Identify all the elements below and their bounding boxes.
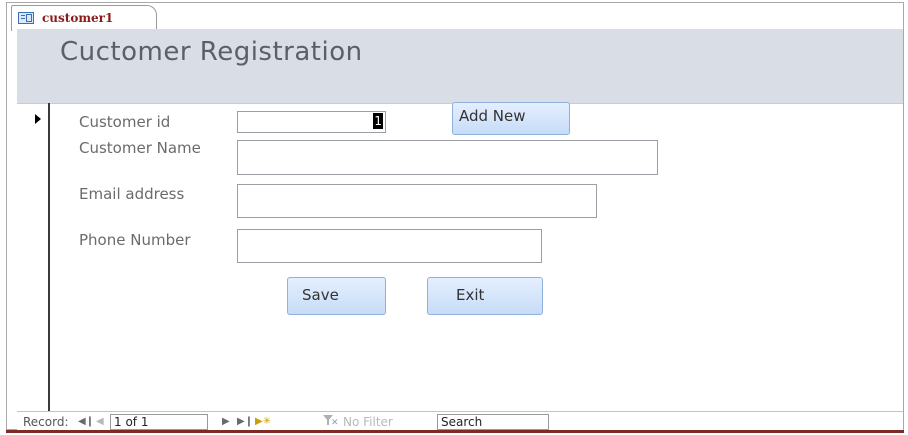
previous-record-icon[interactable]: ◀ [96,416,104,427]
customer-name-label: Customer Name [79,139,201,157]
exit-button-label: Exit [456,286,485,304]
phone-label: Phone Number [79,231,191,249]
window-bottom-border [6,430,904,433]
search-input[interactable]: Search [437,414,549,430]
customer-id-label: Customer id [79,113,171,131]
record-label: Record: [23,415,69,429]
customer-id-field[interactable]: 1 [237,111,386,133]
email-field[interactable] [237,184,597,218]
document-tabstrip: customer1 [7,3,903,31]
record-selector[interactable] [17,103,50,411]
page-title: Cuctomer Registration [60,37,363,67]
save-button[interactable]: Save [287,277,386,315]
add-new-button[interactable]: Add New [452,102,570,135]
tab-customer1[interactable]: customer1 [11,5,157,31]
form-header: Cuctomer Registration [17,29,903,103]
current-record-icon [35,114,41,124]
tab-label: customer1 [42,11,114,25]
phone-field[interactable] [237,229,542,263]
no-filter-button[interactable]: No Filter [343,415,393,429]
first-record-icon[interactable]: ◀❙ [78,416,94,427]
form-window: customer1 Cuctomer Registration Customer… [6,2,904,432]
customer-name-field[interactable] [237,140,658,175]
filter-clear-icon: ✕ [331,418,339,428]
customer-id-value: 1 [373,113,383,129]
last-record-icon[interactable]: ▶❙ [237,416,253,427]
save-button-label: Save [302,286,339,304]
exit-button[interactable]: Exit [427,277,543,315]
new-record-icon[interactable]: ▶✳ [255,416,271,427]
record-position-input[interactable]: 1 of 1 [110,414,208,430]
form-icon [18,12,34,24]
add-new-button-label: Add New [459,107,526,125]
next-record-icon[interactable]: ▶ [222,416,230,427]
record-navigation-bar: Record: ◀❙ ◀ 1 of 1 ▶ ▶❙ ▶✳ ✕ No Filter … [17,411,903,432]
email-label: Email address [79,185,185,203]
